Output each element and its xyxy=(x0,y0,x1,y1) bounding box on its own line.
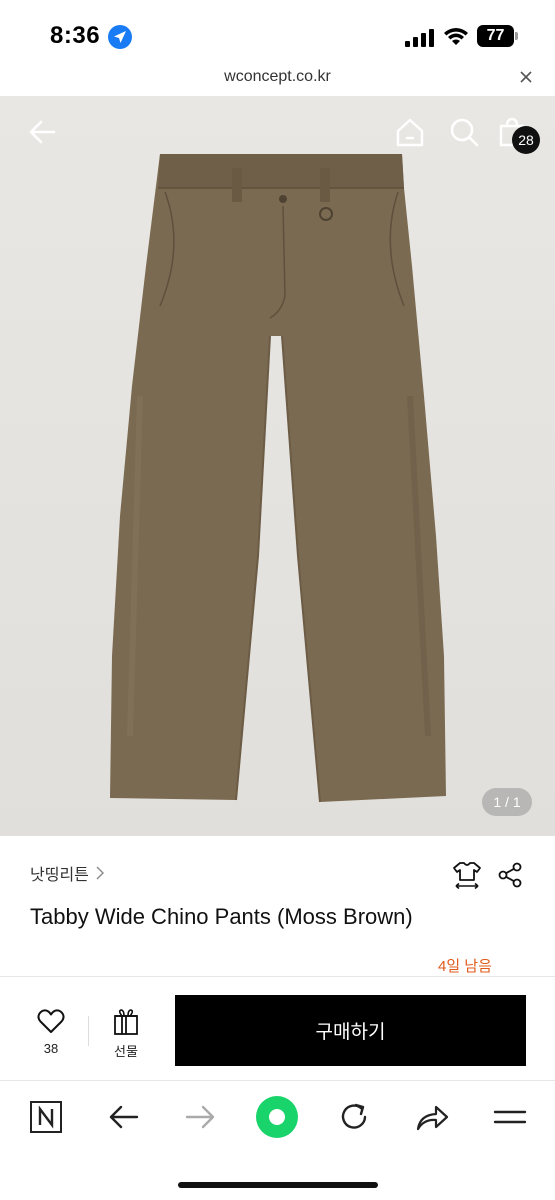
location-arrow-icon xyxy=(108,25,132,49)
back-arrow-icon[interactable] xyxy=(26,116,58,148)
product-title: Tabby Wide Chino Pants (Moss Brown) xyxy=(30,904,413,929)
battery-level: 77 xyxy=(477,25,514,47)
like-button[interactable]: 38 xyxy=(28,1008,74,1058)
battery-icon: 77 xyxy=(477,25,519,47)
share-arrow-icon[interactable] xyxy=(414,1099,450,1135)
chevron-right-icon xyxy=(96,866,104,880)
menu-icon[interactable] xyxy=(492,1099,528,1135)
gift-button[interactable]: 선물 xyxy=(104,1008,148,1059)
wifi-icon xyxy=(444,28,468,45)
home-indicator xyxy=(178,1182,378,1188)
gift-icon xyxy=(114,1009,138,1035)
like-count: 38 xyxy=(43,1041,59,1056)
browser-forward-icon[interactable] xyxy=(182,1099,218,1135)
brand-link[interactable]: 낫띵리튼 xyxy=(30,862,105,884)
size-guide-icon[interactable] xyxy=(452,860,482,890)
naver-icon[interactable] xyxy=(28,1099,64,1135)
divider xyxy=(0,976,555,977)
pants-photo xyxy=(110,154,446,803)
status-bar: 8:36 77 xyxy=(0,0,555,62)
green-dot-icon[interactable] xyxy=(255,1095,299,1139)
brand-name[interactable]: 낫띵리튼 xyxy=(30,861,89,885)
search-icon[interactable] xyxy=(448,116,480,148)
share-icon[interactable] xyxy=(496,861,524,889)
browser-back-icon[interactable] xyxy=(106,1099,142,1135)
close-icon[interactable] xyxy=(516,67,536,87)
url-bar[interactable]: wconcept.co.kr xyxy=(0,62,555,96)
image-page-indicator: 1 / 1 xyxy=(482,788,532,816)
product-image[interactable]: 28 1 / 1 xyxy=(0,96,555,836)
gift-label: 선물 xyxy=(114,1044,138,1059)
cart-count-badge: 28 xyxy=(512,126,540,154)
heart-icon xyxy=(37,1009,65,1033)
home-icon[interactable] xyxy=(394,116,426,148)
refresh-icon[interactable] xyxy=(336,1099,372,1135)
url-text[interactable]: wconcept.co.kr xyxy=(0,68,555,86)
status-time: 8:36 xyxy=(50,22,101,49)
signal-icon xyxy=(405,29,434,47)
days-left-label: 4일 남음 xyxy=(438,958,492,975)
divider xyxy=(88,1016,89,1046)
buy-button[interactable]: 구매하기 xyxy=(175,995,526,1066)
